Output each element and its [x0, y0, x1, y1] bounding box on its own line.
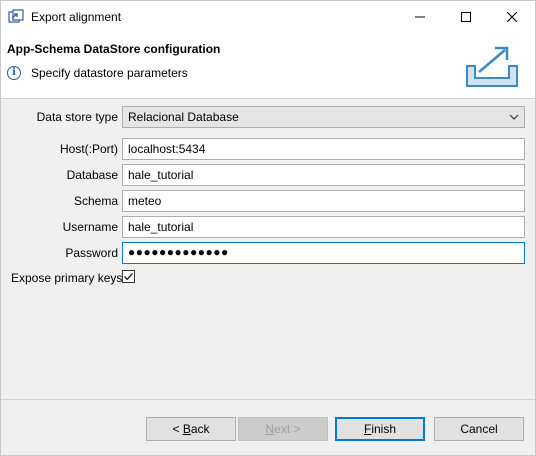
- page-message: Specify datastore parameters: [31, 66, 188, 80]
- schema-input[interactable]: meteo: [122, 190, 525, 212]
- finish-button[interactable]: Finish: [335, 417, 425, 441]
- username-input[interactable]: hale_tutorial: [122, 216, 525, 238]
- next-button[interactable]: Next >: [238, 417, 328, 441]
- data-store-type-select[interactable]: Relacional Database: [122, 106, 525, 128]
- host-input[interactable]: localhost:5434: [122, 138, 525, 160]
- app-icon: [8, 9, 24, 23]
- minimize-icon: [415, 16, 425, 17]
- schema-label: Schema: [73, 194, 118, 208]
- username-label: Username: [62, 220, 118, 234]
- database-input[interactable]: hale_tutorial: [122, 164, 525, 186]
- cancel-button[interactable]: Cancel: [434, 417, 524, 441]
- footer-separator: [1, 399, 535, 400]
- row-password: Password ●●●●●●●●●●●●●: [1, 242, 535, 264]
- checkmark-icon: [123, 272, 134, 281]
- password-label: Password: [65, 246, 118, 260]
- password-input[interactable]: ●●●●●●●●●●●●●: [122, 242, 525, 264]
- page-title: App-Schema DataStore configuration: [7, 42, 221, 56]
- finish-button-label: inish: [371, 422, 397, 436]
- row-host: Host(:Port) localhost:5434: [1, 138, 535, 160]
- row-expose-primary-keys: Expose primary keys: [1, 269, 301, 287]
- wizard-header: App-Schema DataStore configuration i Spe…: [1, 32, 535, 99]
- row-username: Username hale_tutorial: [1, 216, 535, 238]
- next-button-label: ext >: [274, 422, 301, 436]
- host-label: Host(:Port): [59, 142, 118, 156]
- row-schema: Schema meteo: [1, 190, 535, 212]
- back-button[interactable]: < Back: [146, 417, 236, 441]
- next-button-mnemonic: N: [265, 422, 275, 436]
- row-data-store-type: Data store type Relacional Database: [1, 106, 535, 128]
- export-alignment-dialog: Export alignment App-Schema DataStore co…: [0, 0, 536, 456]
- close-icon: [507, 11, 517, 22]
- maximize-button[interactable]: [443, 1, 489, 32]
- database-label: Database: [66, 168, 118, 182]
- expose-primary-keys-checkbox[interactable]: [122, 270, 135, 283]
- back-button-label: ack: [190, 422, 210, 436]
- data-store-type-value: Relacional Database: [128, 110, 239, 124]
- minimize-button[interactable]: [397, 1, 443, 32]
- close-button[interactable]: [489, 1, 535, 32]
- row-database: Database hale_tutorial: [1, 164, 535, 186]
- data-store-type-label: Data store type: [36, 110, 118, 124]
- expose-primary-keys-label: Expose primary keys: [11, 271, 123, 285]
- back-button-prefix: <: [172, 422, 183, 436]
- back-button-mnemonic: B: [182, 422, 191, 436]
- export-tray-icon: [466, 46, 518, 87]
- chevron-down-icon: [509, 114, 519, 120]
- title-bar: Export alignment: [1, 1, 535, 32]
- window-title: Export alignment: [31, 10, 122, 24]
- maximize-icon: [461, 11, 471, 22]
- info-icon: i: [7, 66, 21, 80]
